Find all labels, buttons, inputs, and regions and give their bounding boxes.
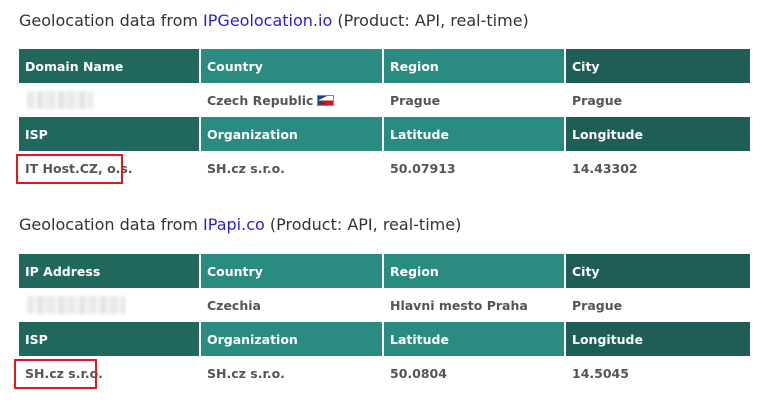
ipapi-link[interactable]: IPapi.co [203,215,265,234]
header-domain-name: Domain Name [19,49,201,83]
section-title-ipapi: Geolocation data from IPapi.co (Product:… [19,215,461,235]
header-isp: ISP [19,322,201,356]
header-city: City [566,49,750,83]
header-region: Region [384,254,566,288]
longitude-value: 14.5045 [566,356,750,390]
ip-address-value [19,288,201,322]
header-ip-address: IP Address [19,254,201,288]
table-row: Czechia Hlavni mesto Praha Prague [19,288,750,322]
domain-name-value [19,83,201,117]
section-title-suffix: (Product: API, real-time) [264,215,462,234]
table-header-row: Domain Name Country Region City [19,49,750,83]
table-row: SH.cz s.r.o. SH.cz s.r.o. 50.0804 14.504… [19,356,750,390]
ipgeolocation-link[interactable]: IPGeolocation.io [203,11,332,30]
latitude-value: 50.0804 [384,356,566,390]
isp-highlight-box [14,359,97,389]
czech-flag-icon [317,94,335,106]
header-longitude: Longitude [566,322,750,356]
header-organization: Organization [201,117,384,151]
header-latitude: Latitude [384,322,566,356]
isp-highlight-box [16,154,123,184]
table-header-row: IP Address Country Region City [19,254,750,288]
header-country: Country [201,254,384,288]
organization-value: SH.cz s.r.o. [201,151,384,185]
section-title-suffix: (Product: API, real-time) [332,11,529,30]
header-city: City [566,254,750,288]
table-header-row: ISP Organization Latitude Longitude [19,117,750,151]
header-longitude: Longitude [566,117,750,151]
table-row: IT Host.CZ, o.s. SH.cz s.r.o. 50.07913 1… [19,151,750,185]
table-header-row: ISP Organization Latitude Longitude [19,322,750,356]
ipgeolocation-table: Domain Name Country Region City Czech Re… [19,49,750,185]
region-value: Prague [384,83,566,117]
city-value: Prague [566,83,750,117]
organization-value: SH.cz s.r.o. [201,356,384,390]
country-value: Czechia [201,288,384,322]
section-title-prefix: Geolocation data from [19,11,204,30]
redacted-blur [27,91,93,109]
header-region: Region [384,49,566,83]
latitude-value: 50.07913 [384,151,566,185]
longitude-value: 14.43302 [566,151,750,185]
country-value-text: Czech Republic [207,92,314,108]
table-row: Czech Republic Prague Prague [19,83,750,117]
section-title-prefix: Geolocation data from [19,215,204,234]
header-country: Country [201,49,384,83]
header-latitude: Latitude [384,117,566,151]
city-value: Prague [566,288,750,322]
header-isp: ISP [19,117,201,151]
ipapi-table: IP Address Country Region City Czechia H… [19,254,750,390]
country-value: Czech Republic [201,83,384,117]
header-organization: Organization [201,322,384,356]
section-title-ipgeolocation: Geolocation data from IPGeolocation.io (… [19,11,529,31]
redacted-blur [27,296,125,314]
region-value: Hlavni mesto Praha [384,288,566,322]
